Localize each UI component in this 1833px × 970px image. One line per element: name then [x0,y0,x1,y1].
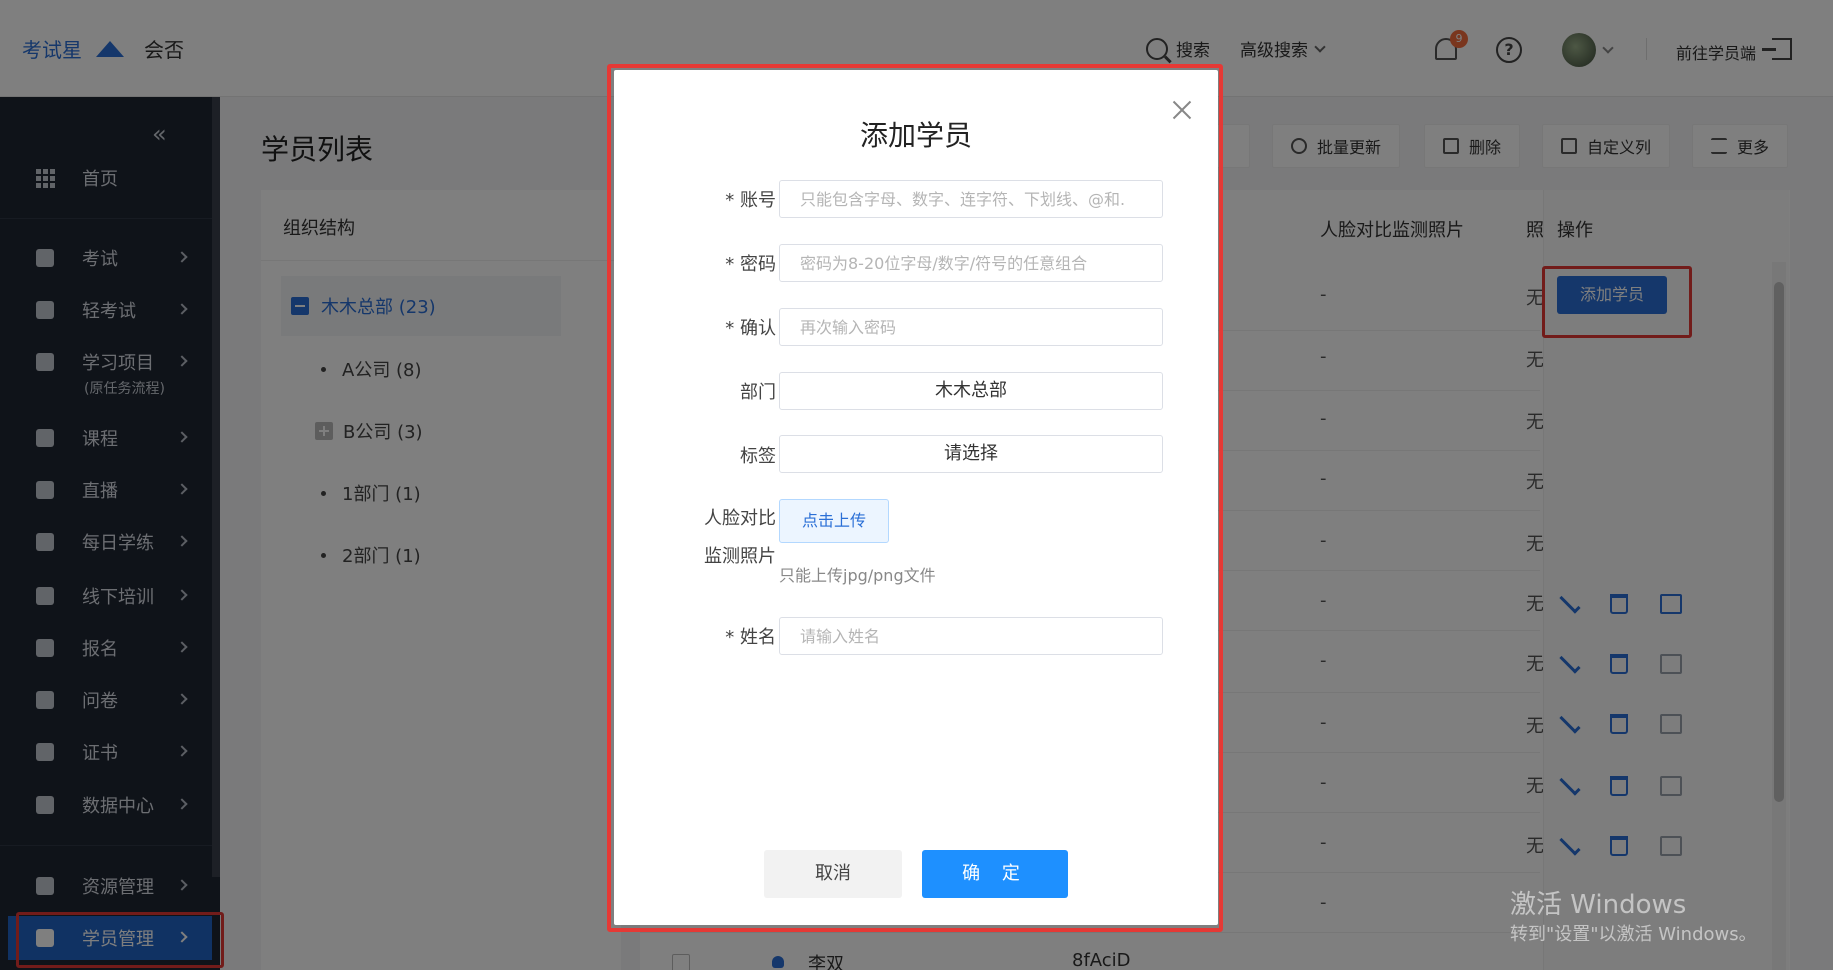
confirm-button[interactable]: 确 定 [922,850,1068,898]
tag-select[interactable]: 请选择 [779,435,1163,473]
add-student-dialog: 添加学员 * 账号 * 密码 * 确认 部门 木木总部 标签 请选择 人脸对比 … [614,70,1218,925]
department-select[interactable]: 木木总部 [779,372,1163,410]
name-label: * 姓名 [725,627,776,648]
account-label: * 账号 [725,190,776,211]
password-input[interactable] [779,244,1163,282]
dialog-title: 添加学员 [859,119,972,152]
upload-hint: 只能上传jpg/png文件 [779,566,936,585]
cancel-button[interactable]: 取消 [764,850,902,898]
face-photo-label-line2: 监测照片 [704,546,776,567]
close-icon[interactable] [1172,100,1192,120]
confirm-password-input[interactable] [779,308,1163,346]
windows-watermark: 激活 Windows [1510,890,1687,920]
face-photo-label: 人脸对比 [704,508,776,529]
password-label: * 密码 [725,254,776,275]
confirm-password-label: * 确认 [725,318,776,339]
upload-button[interactable]: 点击上传 [779,499,889,543]
tag-label: 标签 [740,446,776,467]
department-label: 部门 [740,382,776,403]
windows-watermark-sub: 转到"设置"以激活 Windows。 [1510,924,1757,945]
account-input[interactable] [779,180,1163,218]
name-input[interactable] [779,617,1163,655]
